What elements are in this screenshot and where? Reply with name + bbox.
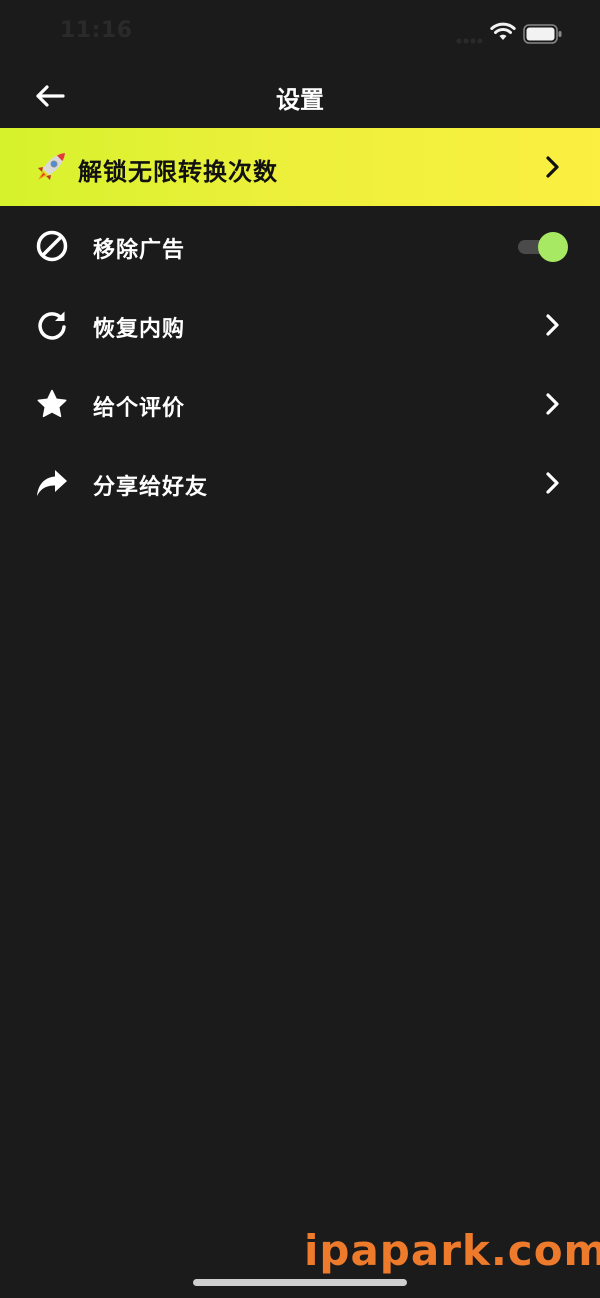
status-bar: 11:16 bbox=[0, 0, 600, 64]
nav-bar: 设置 bbox=[0, 64, 600, 128]
star-icon bbox=[34, 386, 70, 422]
chevron-right-icon bbox=[546, 393, 559, 415]
share-friends-label: 分享给好友 bbox=[93, 475, 209, 500]
signal-bars-icon bbox=[456, 38, 483, 44]
share-friends-row[interactable]: 分享给好友 bbox=[0, 443, 600, 522]
restore-purchases-row[interactable]: 恢复内购 bbox=[0, 285, 600, 364]
unlock-unlimited-banner[interactable]: 解锁无限转换次数 bbox=[0, 128, 600, 206]
remove-ads-toggle[interactable] bbox=[518, 232, 568, 262]
chevron-right-icon bbox=[546, 314, 559, 336]
status-time: 11:16 bbox=[60, 18, 133, 43]
remove-ads-row[interactable]: 移除广告 bbox=[0, 206, 600, 285]
restore-purchases-label: 恢复内购 bbox=[93, 317, 186, 342]
rate-app-row[interactable]: 给个评价 bbox=[0, 364, 600, 443]
home-indicator[interactable] bbox=[193, 1279, 407, 1286]
wifi-icon bbox=[490, 22, 516, 40]
watermark: ipapark.com bbox=[304, 1226, 600, 1275]
rocket-icon bbox=[38, 153, 65, 180]
rate-app-label: 给个评价 bbox=[93, 396, 186, 421]
toggle-knob bbox=[538, 232, 568, 262]
battery-icon bbox=[523, 24, 562, 44]
remove-ads-label: 移除广告 bbox=[93, 238, 186, 263]
chevron-right-icon bbox=[546, 156, 559, 178]
unlock-unlimited-label: 解锁无限转换次数 bbox=[78, 158, 278, 186]
refresh-icon bbox=[34, 307, 70, 343]
page-title: 设置 bbox=[276, 86, 324, 114]
settings-list: 移除广告 恢复内购 给个评价 分享给好友 bbox=[0, 206, 600, 522]
chevron-right-icon bbox=[546, 472, 559, 494]
share-icon bbox=[34, 465, 70, 501]
block-icon bbox=[34, 228, 70, 264]
